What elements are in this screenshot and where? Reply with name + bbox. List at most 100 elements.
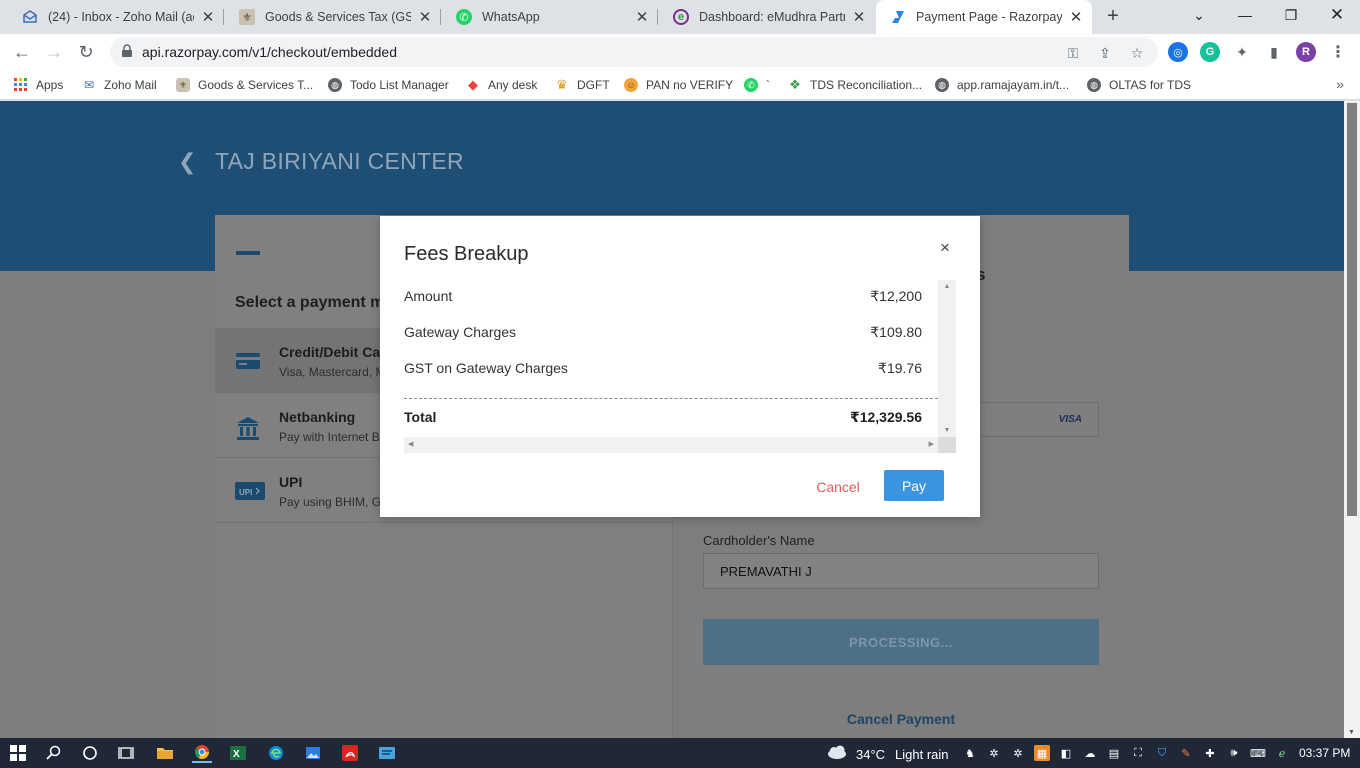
browser-tab-strip: (24) - Inbox - Zoho Mail (acc ✕ ⚜ Goods … bbox=[0, 0, 1360, 34]
tray-app-icon[interactable]: ♞ bbox=[962, 745, 978, 761]
bookmark-zoho-mail[interactable]: ✉ Zoho Mail bbox=[82, 76, 157, 94]
reload-icon[interactable]: ↻ bbox=[73, 39, 99, 65]
more-bookmarks-icon[interactable]: » bbox=[1336, 76, 1344, 92]
tab-search-icon[interactable]: ⌄ bbox=[1176, 0, 1222, 30]
cardholder-label: Cardholder's Name bbox=[703, 533, 815, 548]
tab-separator bbox=[657, 9, 658, 25]
bookmark-star-icon[interactable]: ☆ bbox=[1128, 44, 1146, 62]
dgft-icon: ♛ bbox=[556, 77, 568, 92]
shield-icon[interactable]: ⛉ bbox=[1154, 745, 1170, 761]
tray-app-icon[interactable]: ✚ bbox=[1202, 745, 1218, 761]
scroll-down-icon[interactable]: ▼ bbox=[938, 427, 956, 434]
tab-close-icon[interactable]: ✕ bbox=[200, 8, 216, 26]
new-tab-button[interactable]: + bbox=[1101, 6, 1125, 28]
tab-close-icon[interactable]: ✕ bbox=[1068, 8, 1084, 26]
tab-zoho-mail[interactable]: (24) - Inbox - Zoho Mail (acc ✕ bbox=[8, 0, 224, 34]
forward-arrow-icon[interactable]: → bbox=[41, 39, 67, 65]
tab-whatsapp[interactable]: ✆ WhatsApp ✕ bbox=[442, 0, 658, 34]
bookmark-anydesk[interactable]: ◆ Any desk bbox=[466, 76, 537, 94]
back-arrow-icon[interactable]: ← bbox=[9, 39, 35, 65]
weather-widget[interactable]: 34°C Light rain bbox=[826, 745, 949, 764]
tray-app-icon[interactable]: ✎ bbox=[1178, 745, 1194, 761]
visa-logo: VISA bbox=[1058, 414, 1082, 425]
bookmark-oltas[interactable]: ◍ OLTAS for TDS bbox=[1087, 76, 1191, 94]
cancel-button[interactable]: Cancel bbox=[806, 472, 870, 502]
bookmark-dgft[interactable]: ♛ DGFT bbox=[555, 76, 610, 94]
method-name: UPI bbox=[279, 474, 303, 490]
pay-button[interactable]: Pay bbox=[884, 470, 944, 501]
chrome-icon[interactable] bbox=[192, 743, 212, 763]
tab-close-icon[interactable]: ✕ bbox=[851, 8, 867, 26]
close-window-button[interactable]: ✕ bbox=[1314, 0, 1360, 30]
keyboard-layout-icon[interactable]: ⌨ bbox=[1250, 745, 1266, 761]
photos-icon[interactable] bbox=[303, 743, 323, 763]
extension-icon[interactable]: ◎ bbox=[1168, 42, 1188, 62]
gst-emblem-icon: ⚜ bbox=[239, 9, 255, 25]
excel-icon[interactable]: X bbox=[228, 743, 248, 763]
more-menu-icon[interactable]: ⋮ bbox=[1328, 42, 1348, 62]
tray-app-icon[interactable]: ▤ bbox=[1106, 745, 1122, 761]
search-icon[interactable] bbox=[44, 743, 64, 763]
scroll-left-icon[interactable]: ◀ bbox=[408, 440, 413, 448]
speaker-icon[interactable]: 🕪 bbox=[1226, 745, 1242, 761]
minimize-button[interactable]: — bbox=[1222, 0, 1268, 30]
bookmark-todo[interactable]: ◍ Todo List Manager bbox=[328, 76, 449, 94]
bookmark-whatsapp[interactable]: ✆ ` bbox=[744, 76, 770, 94]
tab-separator bbox=[223, 9, 224, 25]
pan-icon: ☺ bbox=[624, 78, 638, 92]
back-chevron-icon[interactable]: ❮ bbox=[178, 149, 196, 175]
vertical-scrollbar[interactable]: ▲ ▼ bbox=[938, 280, 956, 437]
zoho-mail-icon bbox=[22, 9, 38, 25]
side-panel-icon[interactable]: ▮ bbox=[1264, 42, 1284, 62]
edge-icon[interactable] bbox=[266, 743, 286, 763]
scroll-thumb[interactable] bbox=[1347, 103, 1357, 516]
bookmark-ramajayam[interactable]: ◍ app.ramajayam.in/t... bbox=[935, 76, 1069, 94]
file-explorer-icon[interactable] bbox=[155, 743, 175, 763]
grammarly-icon[interactable]: G bbox=[1200, 42, 1220, 62]
tab-emudhra[interactable]: e Dashboard: eMudhra Partner ✕ bbox=[659, 0, 875, 34]
cardholder-name-input[interactable]: PREMAVATHI J bbox=[703, 553, 1099, 589]
bookmark-apps[interactable]: Apps bbox=[14, 76, 63, 94]
tray-app-icon[interactable]: ✲ bbox=[986, 745, 1002, 761]
profile-avatar[interactable]: R bbox=[1296, 42, 1316, 62]
tray-app-icon[interactable]: ▦ bbox=[1034, 745, 1050, 761]
tray-app-icon[interactable]: ✲ bbox=[1010, 745, 1026, 761]
bookmark-tds-reconciliation[interactable]: ❖ TDS Reconciliation... bbox=[788, 76, 922, 94]
close-icon[interactable]: × bbox=[936, 239, 954, 257]
horizontal-scrollbar[interactable]: ◀ ▶ bbox=[404, 437, 938, 453]
puzzle-extensions-icon[interactable]: ✦ bbox=[1232, 42, 1252, 62]
task-view-icon[interactable] bbox=[116, 743, 136, 763]
lock-icon[interactable] bbox=[120, 44, 134, 58]
key-icon[interactable]: ⚿ bbox=[1064, 44, 1082, 62]
clock[interactable]: 03:37 PM bbox=[1299, 746, 1350, 760]
app-icon[interactable] bbox=[377, 743, 397, 763]
scroll-down-icon[interactable]: ▼ bbox=[1348, 729, 1355, 736]
tab-razorpay[interactable]: Payment Page - Razorpay ✕ bbox=[876, 0, 1092, 34]
tray-app-icon[interactable]: ⛶ bbox=[1130, 745, 1146, 761]
tab-gst[interactable]: ⚜ Goods & Services Tax (GST) | ✕ bbox=[225, 0, 441, 34]
restore-button[interactable]: ❐ bbox=[1268, 0, 1314, 30]
tab-close-icon[interactable]: ✕ bbox=[634, 8, 650, 26]
tab-title: Dashboard: eMudhra Partner bbox=[699, 10, 845, 24]
processing-button[interactable]: PROCESSING... bbox=[703, 619, 1099, 665]
method-description: Pay with Internet B bbox=[279, 430, 380, 444]
tray-app-icon[interactable]: ☁ bbox=[1082, 745, 1098, 761]
panel-accent-bar bbox=[236, 251, 260, 255]
anydesk-icon: ◆ bbox=[468, 77, 478, 92]
cancel-payment-link[interactable]: Cancel Payment bbox=[703, 711, 1099, 727]
scroll-up-icon[interactable]: ▲ bbox=[938, 283, 956, 290]
page-scrollbar[interactable]: ▲ ▼ bbox=[1344, 101, 1360, 738]
windows-start-icon[interactable] bbox=[8, 743, 28, 763]
bookmark-gst[interactable]: ⚜ Goods & Services T... bbox=[176, 76, 313, 94]
scroll-right-icon[interactable]: ▶ bbox=[929, 440, 934, 448]
tray-app-icon[interactable]: ℯ bbox=[1274, 745, 1290, 761]
cortana-icon[interactable] bbox=[80, 743, 100, 763]
tray-app-icon[interactable]: ◧ bbox=[1058, 745, 1074, 761]
acrobat-icon[interactable] bbox=[340, 743, 360, 763]
tab-close-icon[interactable]: ✕ bbox=[417, 8, 433, 26]
address-bar[interactable]: api.razorpay.com/v1/checkout/embedded ⚿ … bbox=[110, 37, 1158, 67]
tab-title: (24) - Inbox - Zoho Mail (acc bbox=[48, 10, 194, 24]
total-divider bbox=[404, 398, 938, 399]
bookmark-pan-verify[interactable]: ☺ PAN no VERIFY bbox=[624, 76, 733, 94]
share-icon[interactable]: ⇪ bbox=[1096, 44, 1114, 62]
